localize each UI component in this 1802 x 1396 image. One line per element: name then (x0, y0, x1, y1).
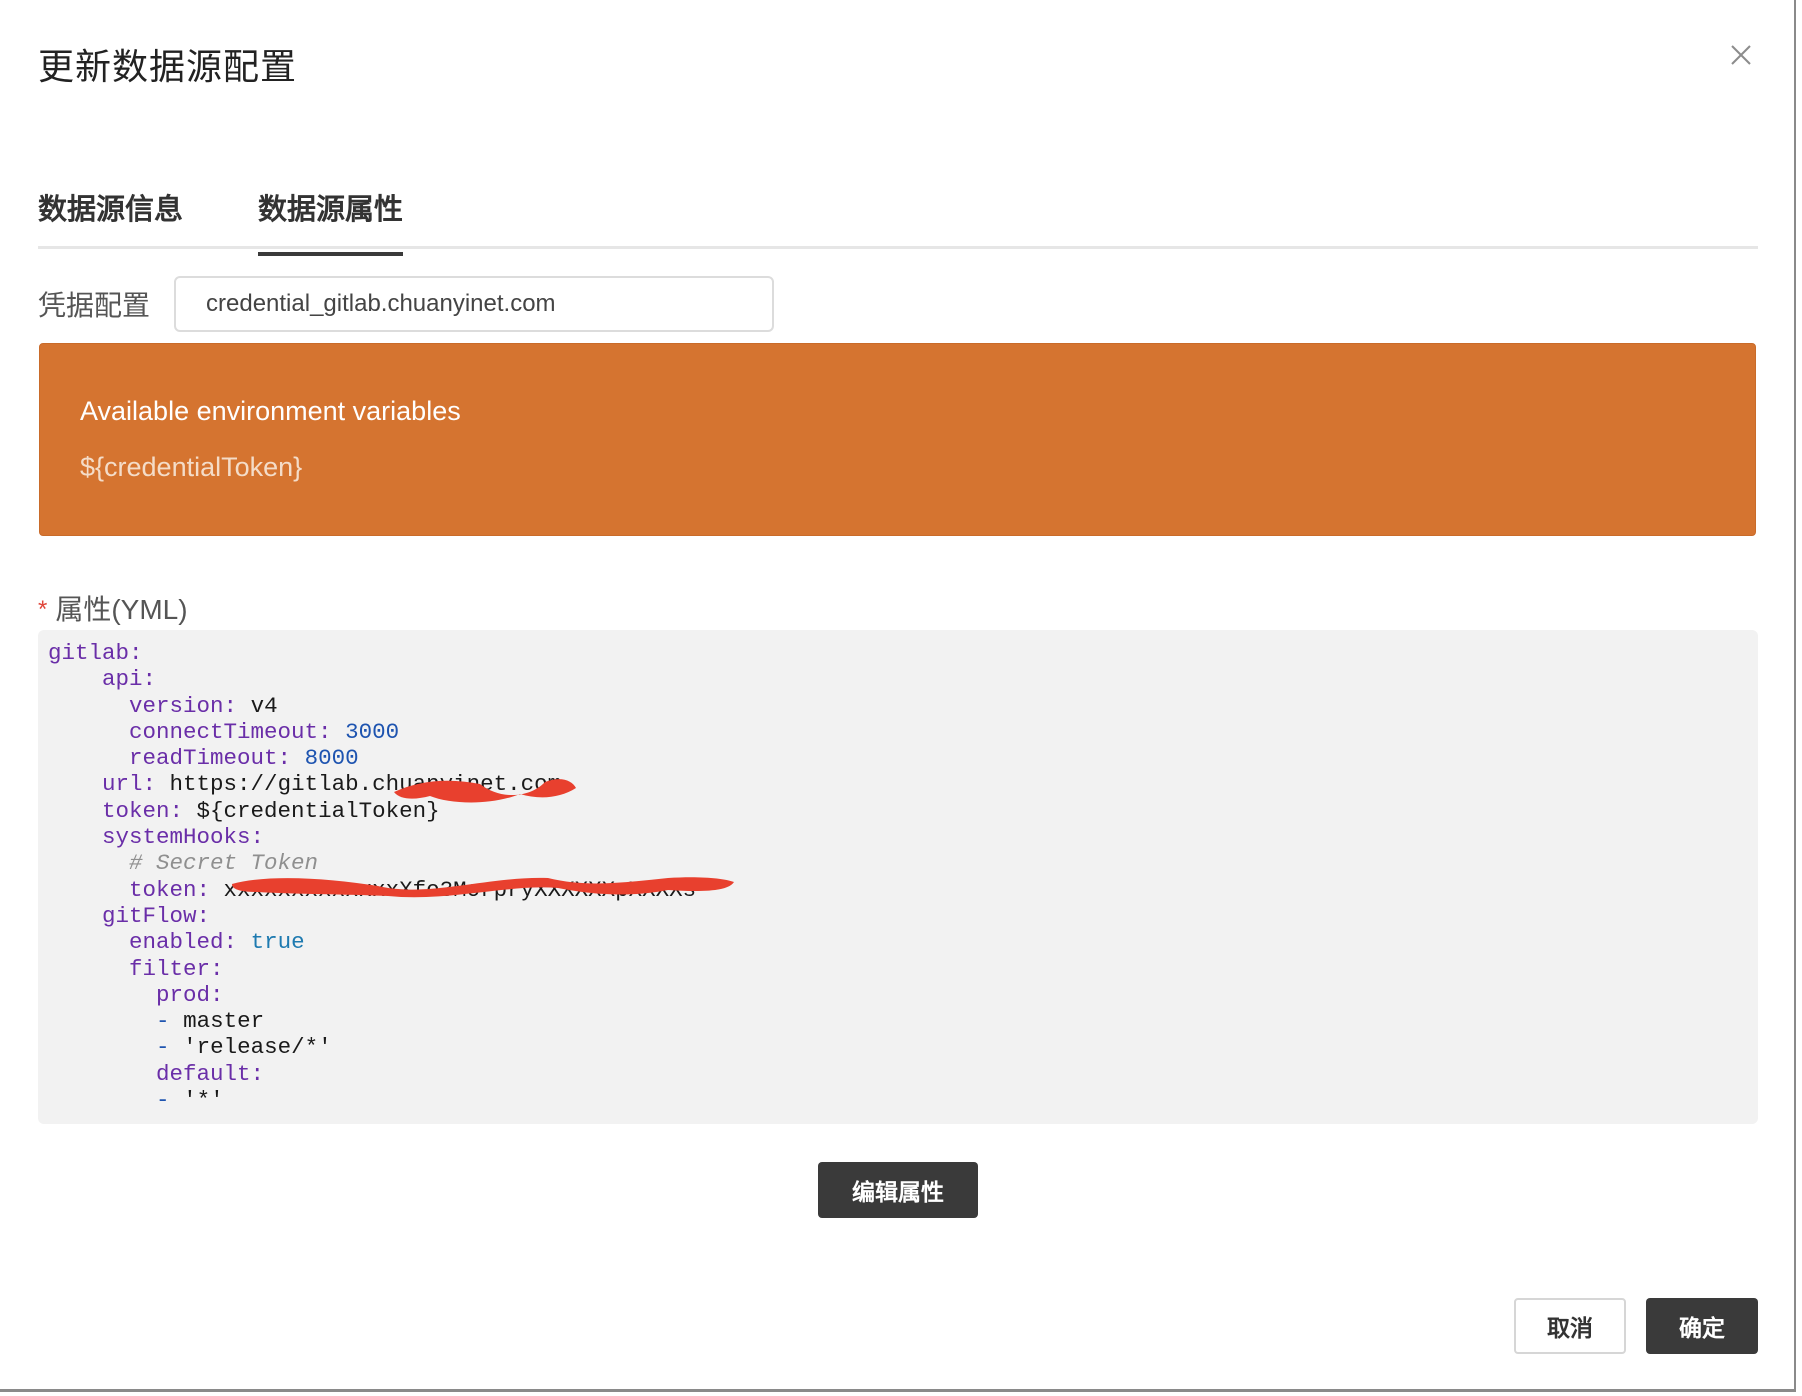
yml-key: token: (129, 876, 211, 903)
yml-dash: - (156, 1087, 170, 1114)
yml-comment: # Secret Token (129, 850, 319, 877)
credential-label: 凭据配置 (38, 290, 151, 321)
yml-code-viewer[interactable]: gitlab: api: version: v4 connectTimeout:… (38, 630, 1758, 1124)
yml-key: prod: (156, 981, 224, 1008)
yml-key: default: (156, 1060, 265, 1087)
yml-key: enabled: (129, 929, 238, 956)
yml-key: systemHooks: (102, 824, 265, 851)
yml-key: api: (102, 666, 157, 693)
yml-value: https://gitlab.chuanyinet.com (169, 771, 562, 798)
tab-datasource-properties[interactable]: 数据源属性 (258, 186, 404, 256)
confirm-button[interactable]: 确定 (1646, 1298, 1758, 1354)
yml-key: token: (102, 797, 184, 824)
required-mark: * (38, 596, 48, 623)
env-variables-alert: Available environment variables ${creden… (39, 343, 1756, 536)
dialog-title: 更新数据源配置 (38, 46, 298, 87)
yml-key: readTimeout: (129, 745, 292, 772)
alert-variable: ${credentialToken} (80, 452, 303, 482)
yml-key: gitFlow: (102, 902, 211, 929)
yml-key: connectTimeout: (129, 718, 332, 745)
yml-value: xxxxxxxxxxxxxXfo3MorpryXXXXXXpXXXXs (223, 876, 697, 903)
yml-key: url: (102, 771, 157, 798)
properties-label: * 属性(YML) (38, 588, 188, 628)
yml-value: v4 (250, 692, 278, 719)
yml-value: true (250, 929, 305, 956)
credential-select[interactable] (174, 276, 774, 332)
yml-value: ${credentialToken} (196, 797, 440, 824)
yml-dash: - (156, 1008, 170, 1035)
yml-value: 8000 (304, 745, 359, 772)
tab-datasource-info[interactable]: 数据源信息 (38, 186, 183, 250)
alert-title: Available environment variables (80, 396, 461, 426)
yml-value: 3000 (345, 718, 400, 745)
edit-properties-button[interactable]: 编辑属性 (818, 1162, 978, 1218)
yml-key: gitlab: (48, 640, 143, 666)
properties-label-text: 属性(YML) (55, 594, 188, 625)
close-icon[interactable] (1726, 40, 1756, 70)
yml-key: version: (129, 692, 238, 719)
yml-dash: - (156, 1034, 170, 1061)
tab-bar: 数据源信息 数据源属性 (38, 180, 1758, 256)
yml-value: master (183, 1008, 265, 1035)
yml-value: 'release/*' (183, 1034, 332, 1061)
cancel-button[interactable]: 取消 (1514, 1298, 1626, 1354)
update-datasource-dialog: 更新数据源配置 数据源信息 数据源属性 凭据配置 Available envir… (0, 0, 1796, 1392)
yml-key: filter: (129, 955, 224, 982)
yml-value: '*' (183, 1087, 224, 1114)
yml-content: gitlab: api: version: v4 connectTimeout:… (38, 630, 1758, 1123)
